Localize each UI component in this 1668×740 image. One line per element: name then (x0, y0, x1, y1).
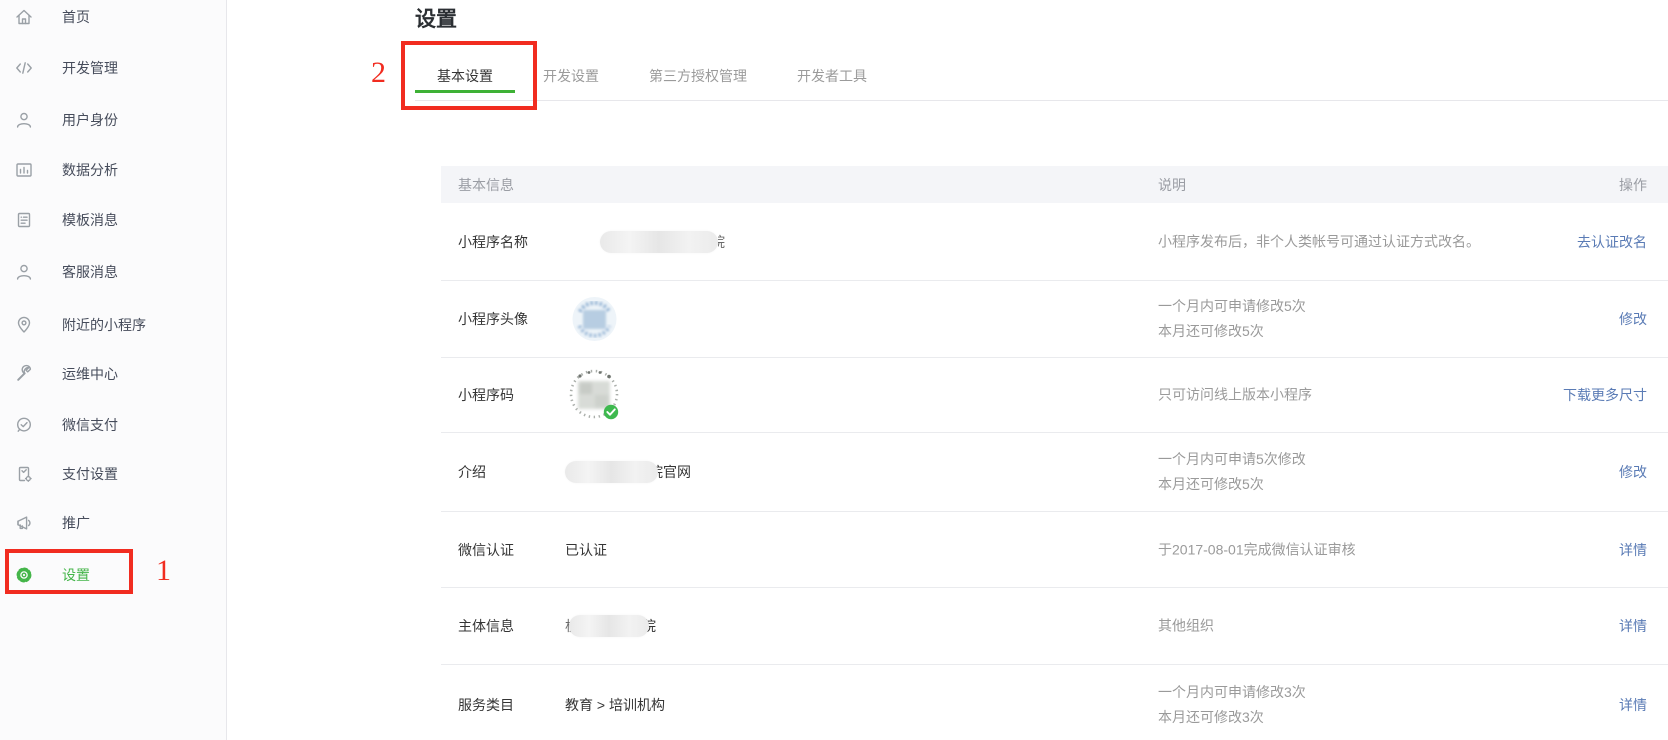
verification-details-link[interactable]: 详情 (1619, 540, 1647, 560)
wrench-icon (14, 364, 34, 384)
sidebar-item-home[interactable]: 首页 (0, 0, 226, 34)
row-description: 小程序发布后，非个人类帐号可通过认证方式改名。 (1158, 229, 1480, 254)
sidebar-item-settings[interactable]: 设置 (0, 558, 226, 592)
verification-status: 已认证 (565, 540, 607, 560)
sidebar-item-label: 支付设置 (62, 464, 118, 484)
table-header-info: 基本信息 (458, 175, 514, 195)
tab-dev-settings[interactable]: 开发设置 (521, 55, 621, 101)
introduction-masked-value: 院官网 (565, 461, 691, 483)
row-description: 一个月内可申请5次修改 本月还可修改5次 (1158, 447, 1306, 497)
payment-settings-icon (14, 464, 34, 484)
sidebar-item-payment-settings[interactable]: 支付设置 (0, 457, 226, 491)
code-icon (14, 58, 34, 78)
sidebar-item-label: 微信支付 (62, 415, 118, 435)
tab-bar: 基本设置 开发设置 第三方授权管理 开发者工具 (415, 55, 895, 101)
wechat-pay-icon (14, 415, 34, 435)
row-label: 小程序码 (458, 385, 514, 405)
tab-basic-settings[interactable]: 基本设置 (415, 55, 515, 101)
row-description: 只可访问线上版本小程序 (1158, 383, 1312, 408)
sidebar-item-label: 数据分析 (62, 160, 118, 180)
sidebar-item-label: 推广 (62, 513, 90, 533)
miniprogram-name-masked-value: 院 (565, 231, 727, 253)
table-row-miniprogram-avatar: 小程序头像 一个月内可申请修改5次 本月还可修改5次 修改 (441, 281, 1668, 358)
sidebar-item-label: 开发管理 (62, 58, 118, 78)
user-icon (14, 110, 34, 130)
sidebar-item-wechat-pay[interactable]: 微信支付 (0, 408, 226, 442)
table-row-service-category: 服务类目 教育 > 培训机构 一个月内可申请修改3次 本月还可修改3次 详情 (441, 665, 1668, 740)
sidebar-item-label: 运维中心 (62, 364, 118, 384)
sidebar-item-label: 用户身份 (62, 110, 118, 130)
avatar-blurred-emblem (572, 297, 617, 342)
row-label: 服务类目 (458, 695, 514, 715)
sidebar-item-ops-center[interactable]: 运维中心 (0, 357, 226, 391)
annotation-number-1: 1 (156, 556, 171, 586)
table-row-wechat-verification: 微信认证 已认证 于2017-08-01完成微信认证审核 详情 (441, 512, 1668, 588)
table-row-entity-info: 主体信息 杭院 其他组织 详情 (441, 588, 1668, 665)
basic-info-table: 基本信息 说明 操作 小程序名称 院 小程序发布后，非个人类帐号可通过认证方式改… (441, 166, 1668, 740)
tab-bar-divider (415, 100, 1668, 101)
megaphone-icon (14, 513, 34, 533)
blurred-name-pill (600, 231, 718, 253)
entity-masked-value: 杭院 (565, 615, 656, 637)
tab-third-party-auth[interactable]: 第三方授权管理 (627, 55, 769, 101)
page-title: 设置 (415, 3, 457, 33)
sidebar-item-user-identity[interactable]: 用户身份 (0, 103, 226, 137)
sidebar: 首页 开发管理 用户身份 数据分析 模板消息 (0, 0, 227, 740)
sidebar-item-dev-management[interactable]: 开发管理 (0, 51, 226, 85)
blurred-entity-pill (569, 615, 649, 637)
row-description: 一个月内可申请修改3次 本月还可修改3次 (1158, 680, 1306, 730)
blurred-intro-pill (565, 461, 658, 483)
sidebar-item-promotion[interactable]: 推广 (0, 506, 226, 540)
qrcode-blurred (567, 368, 621, 422)
chart-icon (14, 160, 34, 180)
row-label: 介绍 (458, 462, 486, 482)
row-description: 于2017-08-01完成微信认证审核 (1158, 537, 1356, 562)
row-description: 一个月内可申请修改5次 本月还可修改5次 (1158, 294, 1306, 344)
customer-service-icon (14, 262, 34, 282)
template-message-icon (14, 210, 34, 230)
annotation-number-2: 2 (371, 58, 386, 88)
row-label: 微信认证 (458, 540, 514, 560)
gear-icon (14, 565, 34, 585)
download-more-sizes-link[interactable]: 下载更多尺寸 (1563, 385, 1647, 405)
table-header: 基本信息 说明 操作 (441, 166, 1668, 203)
row-label: 主体信息 (458, 616, 514, 636)
table-row-miniprogram-code: 小程序码 只可访问线上版本小程序 下载更多尺寸 (441, 358, 1668, 433)
sidebar-item-label: 模板消息 (62, 210, 118, 230)
table-row-introduction: 介绍 院官网 一个月内可申请5次修改 本月还可修改5次 修改 (441, 433, 1668, 512)
sidebar-item-data-analysis[interactable]: 数据分析 (0, 153, 226, 187)
table-header-action: 操作 (1619, 175, 1647, 195)
sidebar-item-nearby-miniprogram[interactable]: 附近的小程序 (0, 308, 226, 342)
tab-developer-tools[interactable]: 开发者工具 (775, 55, 889, 101)
sidebar-item-template-message[interactable]: 模板消息 (0, 203, 226, 237)
sidebar-item-label: 设置 (62, 565, 90, 585)
sidebar-item-label: 客服消息 (62, 262, 118, 282)
sidebar-item-label: 附近的小程序 (62, 315, 146, 335)
table-header-desc: 说明 (1158, 175, 1186, 195)
row-description: 其他组织 (1158, 614, 1214, 639)
service-category-value: 教育 > 培训机构 (565, 695, 665, 715)
sidebar-item-label: 首页 (62, 7, 90, 27)
sidebar-item-customer-service[interactable]: 客服消息 (0, 255, 226, 289)
miniprogram-qrcode-image (567, 368, 621, 422)
miniprogram-avatar-image (572, 297, 617, 342)
wechat-mp-settings-page: 首页 开发管理 用户身份 数据分析 模板消息 (0, 0, 1668, 740)
home-icon (14, 7, 34, 27)
go-verify-rename-link[interactable]: 去认证改名 (1577, 232, 1647, 252)
location-icon (14, 315, 34, 335)
row-label: 小程序头像 (458, 309, 528, 329)
modify-avatar-link[interactable]: 修改 (1619, 309, 1647, 329)
modify-introduction-link[interactable]: 修改 (1619, 462, 1647, 482)
table-row-miniprogram-name: 小程序名称 院 小程序发布后，非个人类帐号可通过认证方式改名。 去认证改名 (441, 203, 1668, 281)
category-details-link[interactable]: 详情 (1619, 695, 1647, 715)
row-label: 小程序名称 (458, 232, 528, 252)
entity-details-link[interactable]: 详情 (1619, 616, 1647, 636)
